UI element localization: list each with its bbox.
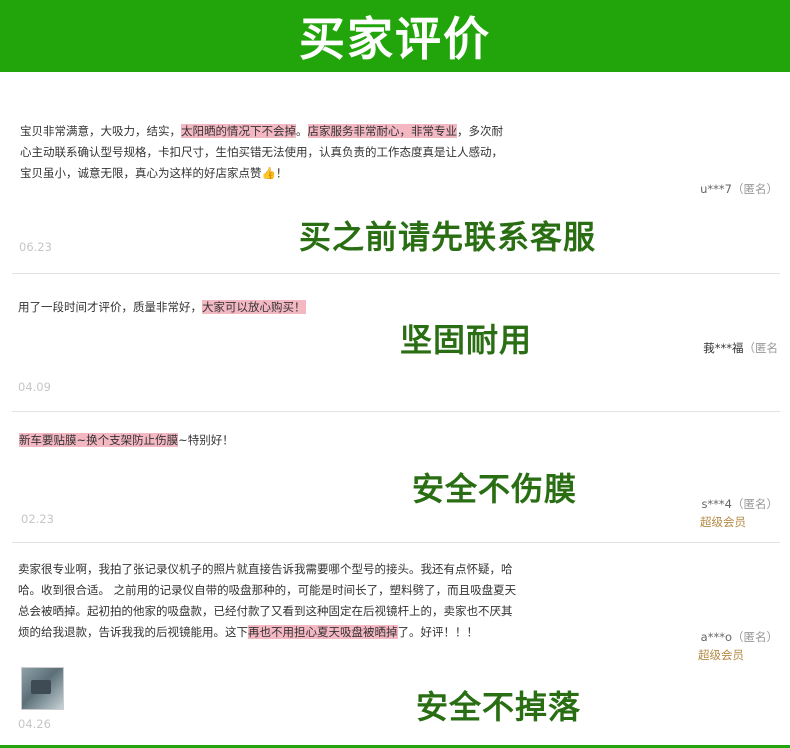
review-date: 04.09 — [18, 380, 51, 394]
review-phrase: 了。好评！！！ — [397, 625, 479, 639]
review-divider — [12, 542, 780, 543]
highlighted-phrase: 太阳晒的情况下不会掉 — [181, 124, 296, 138]
review-divider — [12, 411, 780, 412]
highlighted-phrase: 店家服务非常耐心，非常专业 — [307, 124, 457, 138]
review-divider — [12, 273, 780, 274]
review-phrase: 用了一段时间才评价，质量非常好， — [18, 300, 202, 314]
anonymous-label: （匿名） — [732, 630, 778, 644]
username: u***7 — [700, 182, 732, 196]
promo-caption: 安全不伤膜 — [412, 470, 578, 508]
review-date: 04.26 — [18, 717, 51, 731]
review-user: 莪***福（匿名 — [703, 340, 778, 356]
promo-caption: 坚固耐用 — [400, 321, 533, 359]
username: 莪***福 — [703, 341, 744, 355]
page-header: 买家评价 — [0, 0, 790, 72]
anonymous-label: （匿名 — [743, 341, 779, 355]
camera-image — [31, 680, 51, 694]
review-user: a***o（匿名） — [701, 629, 778, 645]
review-user: s***4（匿名） — [701, 496, 778, 512]
review-text: 宝贝非常满意，大吸力，结实，太阳晒的情况下不会掉。店家服务非常耐心，非常专业，多… — [20, 121, 514, 184]
review-phrase: 宝贝非常满意，大吸力，结实， — [20, 124, 181, 138]
anonymous-label: （匿名） — [732, 182, 778, 196]
review-date: 02.23 — [21, 512, 54, 526]
review-user: u***7（匿名） — [700, 181, 778, 197]
review-text: 卖家很专业啊，我拍了张记录仪机子的照片就直接告诉我需要哪个型号的接头。我还有点怀… — [18, 559, 518, 643]
review-text: 新车要贴膜~换个支架防止伤膜~特别好！ — [19, 430, 619, 451]
highlighted-phrase: 大家可以放心购买！ — [202, 300, 306, 314]
review-phrase: 。 — [296, 124, 308, 138]
username: a***o — [700, 630, 732, 644]
page-title: 买家评价 — [299, 12, 491, 66]
vip-badge: 超级会员 — [700, 515, 746, 529]
review-photo-thumbnail[interactable] — [21, 667, 64, 710]
vip-badge: 超级会员 — [698, 648, 744, 662]
review-date: 06.23 — [19, 240, 52, 254]
highlighted-phrase: 新车要贴膜~换个支架防止伤膜 — [19, 433, 179, 447]
username: s***4 — [701, 497, 732, 511]
promo-caption: 买之前请先联系客服 — [299, 218, 597, 256]
review-phrase: ~特别好！ — [178, 433, 234, 447]
highlighted-phrase: 再也不用担心夏天吸盘被晒掉 — [248, 625, 398, 639]
promo-caption: 安全不掉落 — [416, 688, 582, 726]
anonymous-label: （匿名） — [732, 497, 778, 511]
